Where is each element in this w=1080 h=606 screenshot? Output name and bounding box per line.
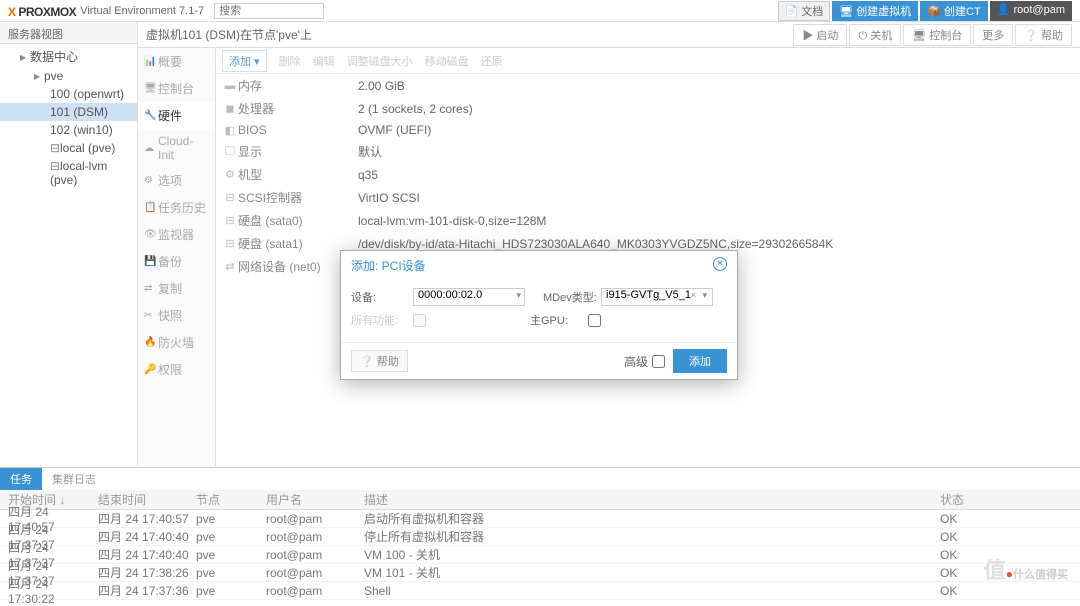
mdev-select[interactable]: i915-GVTg_V5_1 [601,288,713,306]
hw-row[interactable]: ⊟硬盘 (sata0)local-lvm:vm-101-disk-0,size=… [216,209,1080,232]
tree-storage-lvm[interactable]: ⊟local-lvm (pve) [0,157,137,189]
device-select[interactable]: 0000:00:02.0 [413,288,525,306]
tab-11[interactable]: 🔑权限 [138,356,215,383]
start-button[interactable]: ▶ 启动 [793,24,847,46]
col-header[interactable]: 用户名 [266,491,364,508]
tab-3[interactable]: ☁Cloud-Init [138,129,215,167]
hw-row[interactable]: 🖵显示默认 [216,140,1080,163]
tab-9[interactable]: ✂快照 [138,302,215,329]
hw-row[interactable]: ◧BIOSOVMF (UEFI) [216,120,1080,140]
help-button[interactable]: ❔ 帮助 [1015,24,1072,46]
more-button[interactable]: 更多 [973,24,1013,46]
log-row[interactable]: 四月 24 17:40:57四月 24 17:40:57pveroot@pam启… [0,510,1080,528]
add-pci-modal: 添加: PCI设备 ✕ 设备: 0000:00:02.0 MDev类型: i91… [340,250,738,380]
console-button[interactable]: 🖥 控制台 [903,24,971,46]
log-row[interactable]: 四月 24 17:37:37四月 24 17:40:40pveroot@pamV… [0,546,1080,564]
log-row[interactable]: 四月 24 17:30:22四月 24 17:37:36pveroot@pamS… [0,582,1080,600]
tab-0[interactable]: 📊概要 [138,48,215,75]
tab-10[interactable]: 🔥防火墙 [138,329,215,356]
revert-button[interactable]: 还原 [481,53,503,69]
hw-row[interactable]: ◼处理器2 (1 sockets, 2 cores) [216,97,1080,120]
logo: X PROXMOX [8,3,76,19]
hw-row[interactable]: ▬内存2.00 GiB [216,74,1080,97]
sidebar: 服务器视图 ▸数据中心 ▸pve 100 (openwrt) 101 (DSM)… [0,22,138,466]
resize-disk-button[interactable]: 调整磁盘大小 [347,53,413,69]
view-selector[interactable]: 服务器视图 [0,22,137,44]
tasks-tab[interactable]: 任务 [0,468,42,490]
modal-add-button[interactable]: 添加 [673,349,727,373]
tab-7[interactable]: 💾备份 [138,248,215,275]
col-header[interactable]: 结束时间 [98,491,196,508]
allfn-checkbox [413,314,426,327]
modal-title: 添加: PCI设备 [351,257,426,274]
vm-title: 虚拟机101 (DSM)在节点'pve'上 [146,26,312,43]
tab-4[interactable]: ⚙选项 [138,167,215,194]
vertical-tabs: 📊概要🖥控制台🔧硬件☁Cloud-Init⚙选项📋任务历史👁监视器💾备份⇄复制✂… [138,48,216,466]
breadcrumb: 虚拟机101 (DSM)在节点'pve'上 ▶ 启动 ⏻ 关机 🖥 控制台 更多… [138,22,1080,48]
pgpu-checkbox[interactable] [588,314,601,327]
device-label: 设备: [351,289,413,305]
header-search-input[interactable] [214,3,324,19]
tab-1[interactable]: 🖥控制台 [138,75,215,102]
watermark: 值●什么值得买 [984,553,1068,585]
advanced-toggle[interactable]: 高级 [624,353,665,370]
bottom-panel: 任务 集群日志 开始时间 ↓结束时间节点用户名描述状态 四月 24 17:40:… [0,467,1080,601]
edit-hw-button[interactable]: 编辑 [313,53,335,69]
top-header: X PROXMOX Virtual Environment 7.1-7 📄 文档… [0,0,1080,22]
col-header[interactable]: 状态 [940,491,1080,508]
shutdown-button[interactable]: ⏻ 关机 [849,24,901,46]
pgpu-label: 主GPU: [530,312,588,328]
col-header[interactable]: 节点 [196,491,266,508]
modal-help-button[interactable]: ❔ 帮助 [351,350,408,372]
tree-vm-102[interactable]: 102 (win10) [0,121,137,139]
tree-datacenter[interactable]: ▸数据中心 [0,46,137,67]
tree-vm-100[interactable]: 100 (openwrt) [0,85,137,103]
tree-node-pve[interactable]: ▸pve [0,67,137,85]
user-menu-button[interactable]: 👤 root@pam [990,1,1072,21]
log-row[interactable]: 四月 24 17:37:37四月 24 17:38:26pveroot@pamV… [0,564,1080,582]
docs-button[interactable]: 📄 文档 [778,1,831,21]
tab-8[interactable]: ⇄复制 [138,275,215,302]
add-hw-button[interactable]: 添加 ▾ [222,50,267,72]
create-vm-button[interactable]: 🖥 创建虚拟机 [832,1,918,21]
mdev-label: MDev类型: [543,289,601,305]
create-ct-button[interactable]: 📦 创建CT [920,1,987,21]
close-icon[interactable]: ✕ [713,257,727,271]
log-row[interactable]: 四月 24 17:37:37四月 24 17:40:40pveroot@pam停… [0,528,1080,546]
move-disk-button[interactable]: 移动磁盘 [425,53,469,69]
allfn-label: 所有功能: [351,312,413,328]
tab-6[interactable]: 👁监视器 [138,221,215,248]
tree-vm-101[interactable]: 101 (DSM) [0,103,137,121]
tree-storage-local[interactable]: ⊟local (pve) [0,139,137,157]
tab-2[interactable]: 🔧硬件 [138,102,215,129]
hw-row[interactable]: ⊟SCSI控制器VirtIO SCSI [216,186,1080,209]
del-hw-button[interactable]: 删除 [279,53,301,69]
hw-row[interactable]: ⚙机型q35 [216,163,1080,186]
version-label: Virtual Environment 7.1-7 [80,5,204,17]
tab-5[interactable]: 📋任务历史 [138,194,215,221]
col-header[interactable]: 描述 [364,491,940,508]
cluster-log-tab[interactable]: 集群日志 [42,468,106,490]
